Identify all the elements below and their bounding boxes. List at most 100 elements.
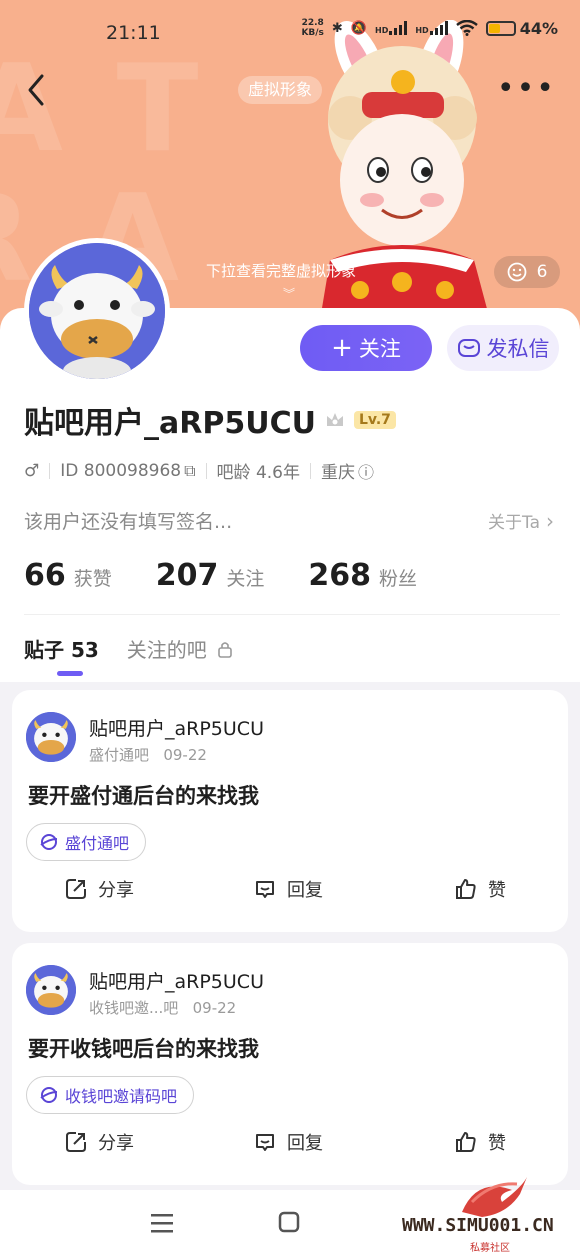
home-icon[interactable] [278, 1211, 300, 1233]
stat-label: 粉丝 [379, 568, 418, 590]
watermark-sub: 私募社区 [470, 1243, 510, 1254]
like-label: 赞 [488, 880, 506, 901]
profile-tabs: 贴子 53 关注的吧 [24, 634, 233, 663]
tab-posts-label: 贴子 53 [24, 638, 99, 662]
bluetooth-icon: ✱ [331, 20, 343, 36]
reply-button[interactable]: 回复 [253, 1129, 323, 1155]
net-speed-unit: KB/s [301, 28, 324, 38]
share-label: 分享 [98, 1133, 134, 1154]
post-forum: 收钱吧邀...吧 [89, 999, 179, 1017]
post-date: 09-22 [163, 746, 207, 764]
like-button[interactable]: 赞 [454, 1129, 506, 1155]
post-author-avatar[interactable] [26, 965, 76, 1015]
status-time: 21:11 [106, 22, 161, 44]
post-author-avatar[interactable] [26, 712, 76, 762]
signal-2-icon: HD [415, 21, 448, 35]
section-divider [24, 614, 560, 615]
planet-icon [40, 834, 58, 850]
share-button[interactable]: 分享 [64, 876, 134, 902]
forum-tag-label: 盛付通吧 [65, 834, 130, 853]
avatar-like-count: 6 [536, 262, 548, 282]
status-bar: 21:11 22.8 KB/s ✱ 🔕 HD HD 44% [0, 0, 580, 66]
comment-icon [256, 1134, 274, 1151]
divider [49, 462, 51, 479]
plus-icon: + [331, 333, 353, 363]
post-title[interactable]: 要开盛付通后台的来找我 [28, 780, 259, 810]
net-speed: 22.8 KB/s [301, 18, 323, 38]
virtual-avatar-tag[interactable]: 虚拟形象 [238, 76, 323, 104]
post-title[interactable]: 要开收钱吧后台的来找我 [28, 1033, 259, 1063]
follow-button[interactable]: + 关注 [300, 325, 432, 371]
user-id: ID 800098968 [60, 460, 182, 481]
battery-icon [485, 20, 516, 36]
like-button[interactable]: 赞 [454, 876, 506, 902]
post-date: 09-22 [192, 999, 237, 1017]
chevron-down-icon: ︾ [283, 287, 296, 301]
reply-label: 回复 [287, 1133, 323, 1154]
comment-icon [256, 881, 274, 898]
avatar-like-button[interactable]: 6 [494, 256, 560, 288]
net-speed-value: 22.8 [301, 18, 324, 28]
watermark-site: WWW.SIMU001.CN [402, 1215, 554, 1236]
forum-tag[interactable]: 盛付通吧 [26, 823, 147, 861]
stat-label: 获赞 [73, 568, 112, 590]
tab-indicator [57, 671, 83, 676]
smile-icon [507, 262, 526, 282]
tab-followed-forums[interactable]: 关注的吧 [127, 634, 233, 663]
level-badge[interactable]: Lv.7 [353, 411, 396, 429]
signature: 该用户还没有填写签名... [24, 511, 233, 533]
thumbs-up-icon [456, 1132, 476, 1152]
post-card[interactable]: 贴吧用户_aRP5UCU 收钱吧邀...吧 09-22 要开收钱吧后台的来找我 … [12, 943, 568, 1185]
post-actions: 分享 回复 赞 [12, 1129, 568, 1159]
message-label: 发私信 [486, 337, 550, 361]
member-crown-icon [326, 413, 343, 426]
stat-fans[interactable]: 268 粉丝 [308, 558, 417, 593]
signal-1-icon: HD [375, 21, 408, 35]
post-meta: 收钱吧邀...吧 09-22 [89, 997, 236, 1018]
forum-tag-label: 收钱吧邀请码吧 [65, 1087, 178, 1106]
location: 重庆 [321, 463, 355, 483]
more-options-icon[interactable]: ••• [497, 74, 556, 104]
reply-label: 回复 [287, 880, 323, 901]
stats-row: 66 获赞 207 关注 268 粉丝 [24, 558, 461, 593]
reply-button[interactable]: 回复 [253, 876, 323, 902]
divider [205, 462, 207, 479]
username-row: 贴吧用户_aRP5UCU Lv.7 [24, 398, 396, 442]
forum-tag[interactable]: 收钱吧邀请码吧 [26, 1076, 195, 1114]
menu-icon[interactable] [150, 1212, 174, 1234]
avatar[interactable] [24, 238, 170, 384]
about-link[interactable]: 关于Ta › [488, 508, 554, 534]
tab-followed-forums-label: 关注的吧 [126, 638, 207, 662]
tab-posts[interactable]: 贴子 53 [24, 634, 99, 663]
share-button[interactable]: 分享 [64, 1129, 134, 1155]
send-message-button[interactable]: 发私信 [447, 325, 559, 371]
follow-label: 关注 [358, 337, 401, 361]
bar-age: 吧龄 4.6年 [216, 463, 300, 483]
hd-label-1: HD [375, 26, 389, 35]
help-icon[interactable]: ⓘ [358, 459, 374, 483]
stat-following[interactable]: 207 关注 [156, 558, 265, 593]
battery-percent: 44% [519, 18, 558, 38]
divider [310, 462, 311, 479]
male-icon: ♂ [24, 460, 40, 481]
username: 贴吧用户_aRP5UCU [24, 406, 316, 441]
copy-icon[interactable]: ⧉ [184, 461, 195, 481]
pulldown-hint: 下拉查看完整虚拟形象 [206, 262, 357, 280]
message-icon [457, 339, 480, 357]
mute-icon: 🔕 [350, 20, 368, 36]
post-card[interactable]: 贴吧用户_aRP5UCU 盛付通吧 09-22 要开盛付通后台的来找我 盛付通吧… [12, 690, 568, 932]
stat-likes[interactable]: 66 获赞 [24, 558, 112, 593]
post-author-name[interactable]: 贴吧用户_aRP5UCU [89, 714, 264, 741]
like-label: 赞 [488, 1133, 506, 1154]
post-forum: 盛付通吧 [89, 746, 150, 764]
profile-meta: ♂ ID 800098968 ⧉ 吧龄 4.6年 重庆 ⓘ [24, 458, 374, 484]
post-meta: 盛付通吧 09-22 [89, 744, 207, 765]
stat-number: 66 [24, 558, 66, 593]
back-arrow-icon[interactable] [22, 70, 52, 110]
battery: 44% [485, 18, 558, 38]
post-author-name[interactable]: 贴吧用户_aRP5UCU [89, 967, 264, 994]
lock-icon [217, 641, 232, 658]
planet-icon [40, 1087, 58, 1103]
share-icon [66, 879, 86, 899]
thumbs-up-icon [456, 879, 476, 899]
